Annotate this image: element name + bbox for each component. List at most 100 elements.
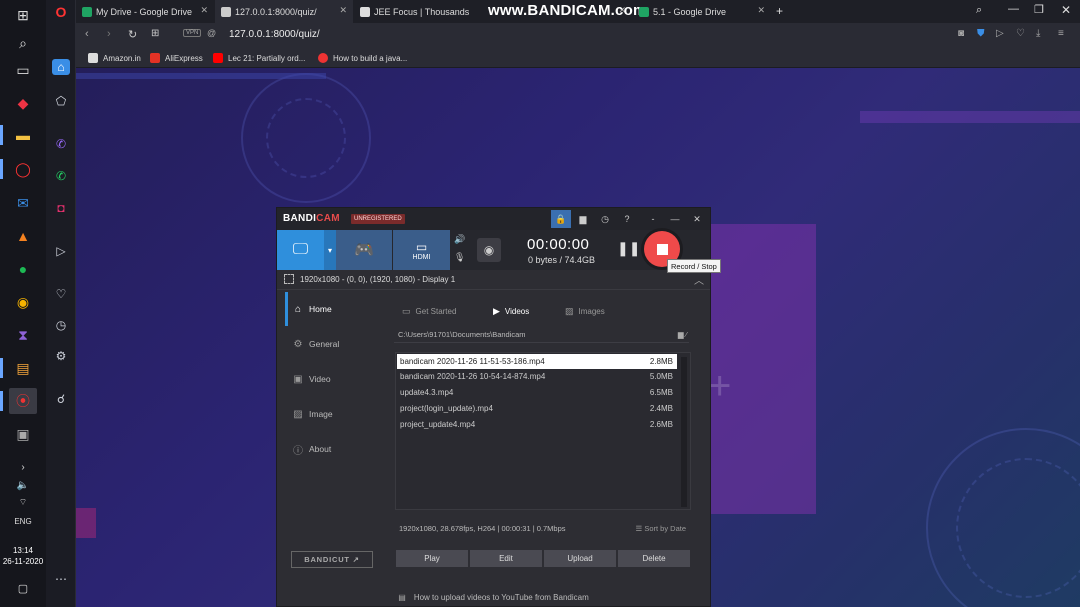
chrome-icon[interactable]: ◉ (9, 289, 37, 315)
sidebar-item-general[interactable]: ⚙ General (291, 336, 340, 352)
vlc-icon[interactable]: ▲ (9, 223, 37, 249)
history-icon[interactable]: ◷ (49, 314, 73, 336)
close-icon[interactable]: ✕ (200, 5, 208, 16)
help-icon[interactable]: ? (617, 210, 637, 228)
download-icon[interactable]: ⤓ (1036, 28, 1040, 39)
file-row[interactable]: project_update4.mp4 2.6MB (397, 417, 677, 432)
spotify-icon[interactable]: ● (9, 256, 37, 282)
bookmark-java[interactable]: How to build a java... (318, 51, 407, 65)
unregistered-badge[interactable]: UNREGISTERED (351, 214, 405, 224)
display-selector[interactable]: 1920x1080 - (0, 0), (1920, 1080) - Displ… (277, 270, 710, 290)
device-record-mode-button[interactable]: ▭ HDMI (393, 230, 450, 270)
back-icon[interactable]: ‹ (85, 28, 89, 40)
search-icon[interactable]: ⌕ (9, 30, 37, 56)
opera-icon[interactable]: ◯ (0, 156, 37, 182)
file-row[interactable]: update4.3.mp4 6.5MB (397, 385, 677, 400)
bandicam-tip-link[interactable]: ▤ How to upload videos to YouTube from B… (277, 587, 710, 607)
close-icon[interactable]: ✕ (687, 210, 707, 228)
app-icon-red[interactable]: ◆ (9, 90, 37, 116)
screen-record-mode-button[interactable]: 🖵 (277, 230, 324, 270)
tab-get-started[interactable]: ▭ Get Started (402, 306, 456, 317)
close-window-icon[interactable]: ✕ (1061, 3, 1071, 17)
bookmark-amazon[interactable]: Amazon.in (88, 51, 141, 65)
wifi-icon[interactable]: ⌔ (9, 489, 37, 515)
camera-icon[interactable]: ◙ (958, 28, 964, 39)
bookmark-aliexpress[interactable]: AliExpress (150, 51, 203, 65)
minimize-icon[interactable]: — (1008, 3, 1019, 15)
delete-button[interactable]: Delete (618, 550, 690, 567)
file-row[interactable]: bandicam 2020-11-26 11-51-53-186.mp4 2.8M… (397, 354, 677, 369)
player-icon[interactable]: ▷ (49, 240, 73, 262)
forward-icon[interactable]: › (107, 28, 111, 40)
heart-icon[interactable]: ♡ (49, 283, 73, 305)
edit-button[interactable]: Edit (470, 550, 542, 567)
bandicut-button[interactable]: BANDICUT ↗ (291, 551, 373, 568)
adblock-shield-icon[interactable]: ⛊ (977, 28, 985, 39)
close-icon[interactable]: ✕ (757, 5, 765, 16)
terminal-icon[interactable]: ▣ (9, 421, 37, 447)
tabs-grid-icon[interactable]: ⊞ (151, 28, 159, 39)
tab-quiz[interactable]: 127.0.0.1:8000/quiz/ ✕ (215, 0, 353, 23)
tab-videos[interactable]: ▶ Videos (493, 306, 529, 317)
new-tab-icon[interactable]: + (776, 4, 783, 18)
send-icon[interactable]: ▷ (996, 28, 1004, 39)
reload-icon[interactable]: ↻ (128, 28, 137, 41)
clock-icon[interactable]: ◷ (595, 210, 615, 228)
windows-start-icon[interactable]: ⊞ (9, 2, 37, 28)
game-record-mode-button[interactable]: 🎮 (336, 230, 392, 270)
sidebar-item-home[interactable]: ⌂ Home (291, 301, 332, 317)
site-info-icon[interactable]: @ (207, 28, 216, 38)
close-icon[interactable]: ✕ (339, 5, 347, 16)
sidebar-item-about[interactable]: ⓘ About (291, 441, 331, 457)
tab-my-drive[interactable]: My Drive - Google Drive ✕ (76, 0, 214, 23)
visual-studio-icon[interactable]: ⧗ (9, 322, 37, 348)
lightbulb-icon[interactable]: ☌ (49, 388, 73, 410)
speaker-settings-icon[interactable]: 🔊 (454, 234, 468, 248)
notepad-icon[interactable]: ▤ (0, 355, 37, 381)
notification-icon[interactable]: ▢ (9, 575, 37, 601)
messenger-icon[interactable]: ✆ (49, 133, 73, 155)
sort-by-date-button[interactable]: ☰ Sort by Date (636, 524, 687, 533)
bandicam-taskbar-icon[interactable]: ⦿ (0, 388, 37, 414)
bookmark-heart-icon[interactable]: ♡ (1016, 28, 1025, 39)
mail-icon[interactable]: ✉ (9, 190, 37, 216)
folder-icon[interactable]: ▆ (573, 210, 593, 228)
microphone-icon[interactable]: 🎙 (454, 252, 468, 266)
chat-icon: ▤ (398, 592, 406, 602)
file-row[interactable]: bandicam 2020-11-26 10-54-14-874.mp4 5.0M… (397, 369, 677, 384)
minimize-icon[interactable]: — (665, 210, 685, 228)
task-view-icon[interactable]: ▭ (9, 57, 37, 83)
maximize-icon[interactable]: ❐ (1034, 3, 1044, 16)
output-folder-path[interactable]: C:\Users\91701\Documents\Bandicam ▆ ⁄ (394, 327, 689, 343)
bookmark-lec21[interactable]: Lec 21: Partially ord... (213, 51, 305, 65)
upload-button[interactable]: Upload (544, 550, 616, 567)
home-icon[interactable]: ⬠ (49, 90, 73, 112)
sidebar-item-image[interactable]: ▨ Image (291, 406, 332, 422)
more-icon[interactable]: ⋯ (49, 568, 73, 590)
url-field[interactable]: 127.0.0.1:8000/quiz/ (229, 29, 320, 40)
easy-setup-icon[interactable]: ≡ (1058, 28, 1064, 39)
mode-dropdown-button[interactable]: ▾ (324, 230, 336, 270)
lock-icon[interactable]: 🔒 (551, 210, 571, 228)
pause-button[interactable]: ❚❚ (617, 240, 640, 257)
open-folder-icon[interactable]: ▆ ⁄ (678, 327, 687, 343)
collapse-icon[interactable]: - (643, 210, 663, 228)
tab-google-drive-5-1[interactable]: 5.1 - Google Drive ✕ (633, 0, 771, 23)
file-list-scrollbar[interactable] (681, 357, 687, 507)
speed-dial-icon[interactable]: ⌂ (52, 59, 70, 75)
opera-logo-icon[interactable]: O (49, 1, 73, 23)
whatsapp-icon[interactable]: ✆ (49, 165, 73, 187)
webcam-icon[interactable]: ◉ (477, 238, 501, 262)
language-indicator[interactable]: ENG (0, 517, 46, 526)
file-explorer-icon[interactable]: ▬ (0, 122, 37, 148)
vpn-badge[interactable]: VPN (183, 29, 202, 37)
sidebar-item-video[interactable]: ▣ Video (291, 371, 330, 387)
tab-images[interactable]: ▨ Images (565, 306, 605, 317)
taskbar-clock[interactable]: 13:14 26-11-2020 (0, 545, 46, 567)
chevron-up-icon[interactable]: ︿ (694, 272, 704, 287)
instagram-icon[interactable]: ◘ (49, 197, 73, 219)
play-button[interactable]: Play (396, 550, 468, 567)
settings-icon[interactable]: ⚙ (49, 345, 73, 367)
file-row[interactable]: project(login_update).mp4 2.4MB (397, 401, 677, 416)
search-tabs-icon[interactable]: ⌕ (976, 4, 982, 17)
